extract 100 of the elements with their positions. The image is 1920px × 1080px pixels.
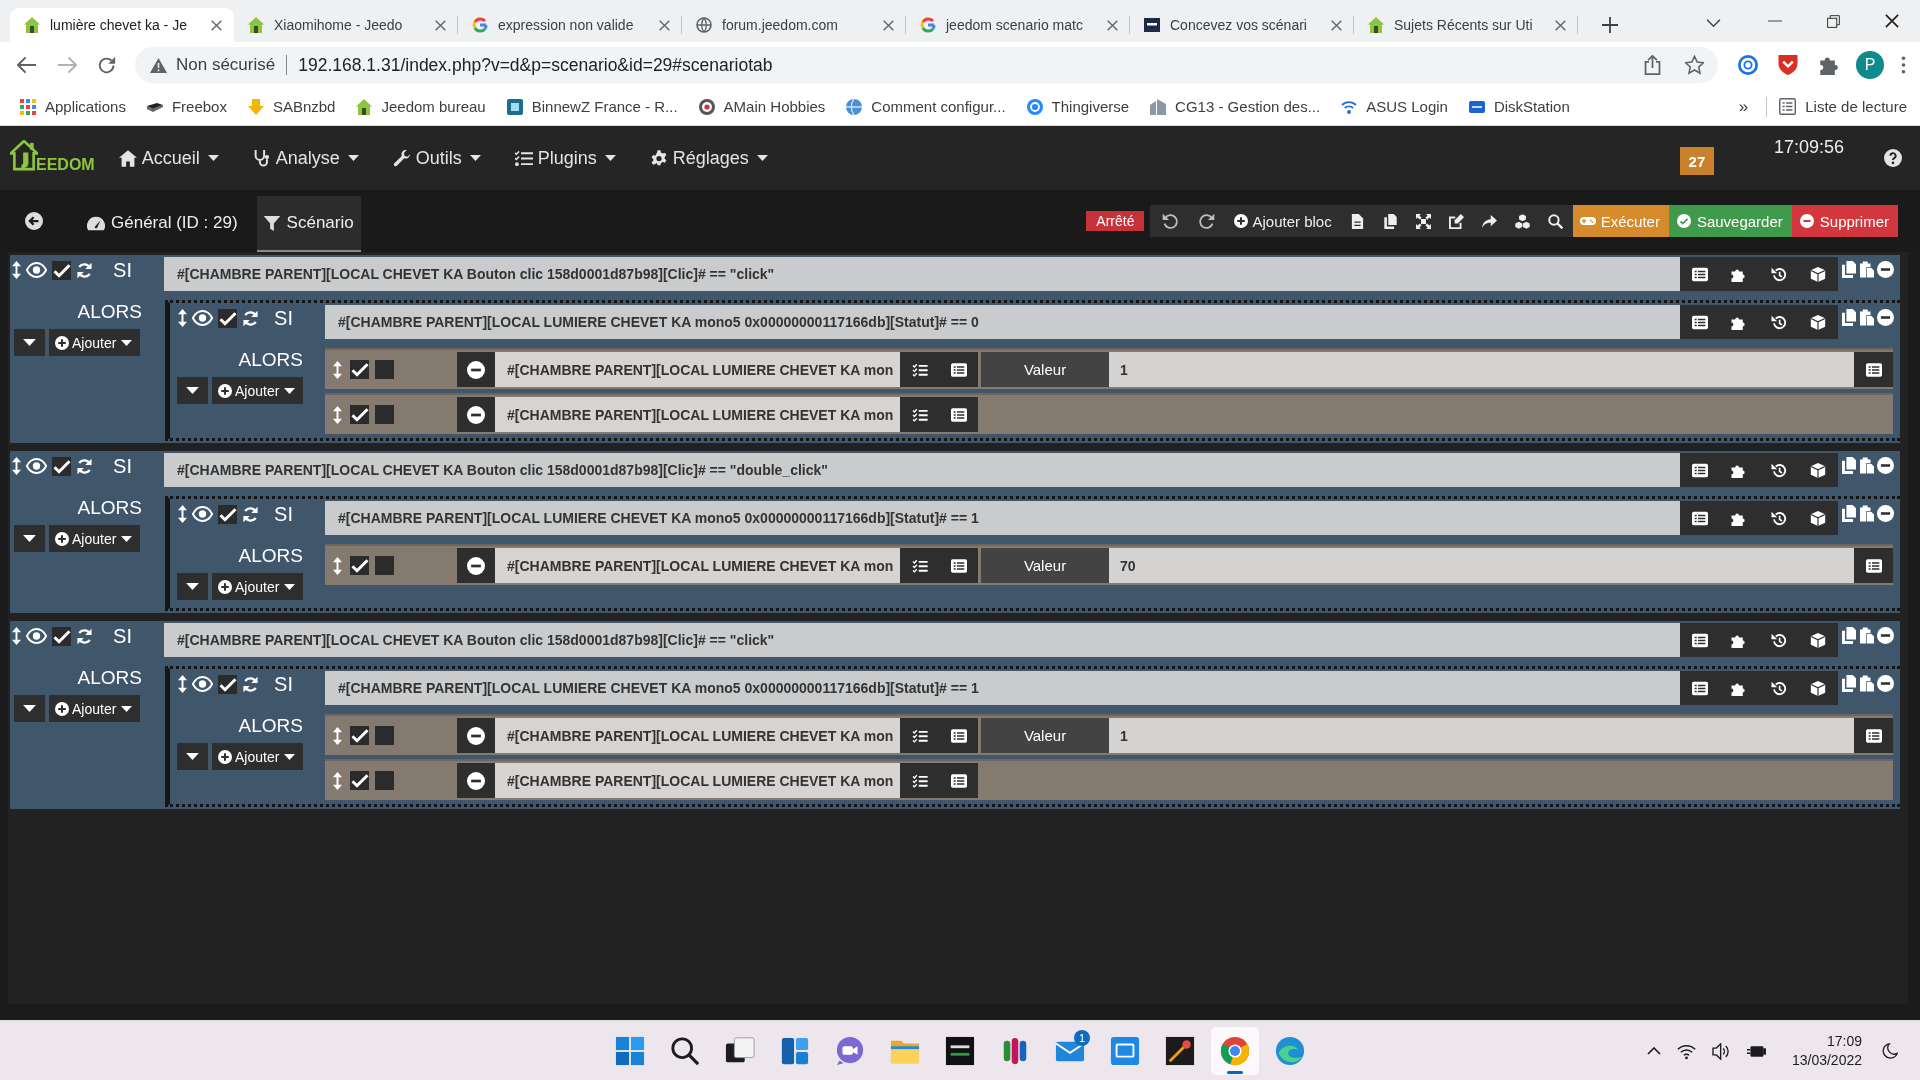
bookmark[interactable]: BinnewZ France - R... <box>498 94 686 119</box>
checkbox[interactable] <box>350 556 369 575</box>
profile-button[interactable]: P <box>1856 51 1884 79</box>
bookmark[interactable]: Jeedom bureau <box>348 94 494 119</box>
nav-menu[interactable]: Réglages <box>649 147 785 169</box>
checkbox[interactable] <box>375 726 394 745</box>
help-icon[interactable] <box>1884 149 1902 167</box>
paste-icon[interactable] <box>1860 309 1874 326</box>
plus-icon[interactable] <box>1602 17 1618 33</box>
refresh-icon[interactable] <box>76 457 93 475</box>
search-icon[interactable] <box>1547 213 1563 229</box>
options-button[interactable] <box>900 763 939 798</box>
drag-handle-icon[interactable] <box>333 726 342 745</box>
collapse-button[interactable] <box>177 377 208 404</box>
command-field[interactable]: #[CHAMBRE PARENT][LOCAL LUMIERE CHEVET KA mon <box>495 352 900 387</box>
refresh-icon[interactable] <box>242 505 259 523</box>
add-block-button[interactable]: Ajouter bloc <box>1234 212 1332 230</box>
list-button[interactable] <box>1854 548 1893 583</box>
options-button[interactable] <box>900 548 939 583</box>
paste-icon[interactable] <box>1860 627 1874 644</box>
share-icon[interactable] <box>1643 55 1662 75</box>
bookmark[interactable]: Comment configur... <box>838 94 1014 119</box>
bookmark[interactable]: SABnzbd <box>239 94 344 119</box>
list-button[interactable] <box>939 763 978 798</box>
minus-circle-icon[interactable] <box>1877 309 1894 326</box>
paste-icon[interactable] <box>1860 457 1874 474</box>
paste-icon[interactable] <box>1860 505 1874 522</box>
wifi-icon[interactable] <box>1676 1042 1696 1060</box>
copy-icon[interactable] <box>1842 457 1856 474</box>
eye-icon[interactable] <box>192 506 213 522</box>
cube-button[interactable] <box>1798 501 1838 535</box>
bookmark[interactable]: CG13 - Gestion des... <box>1142 94 1329 119</box>
drag-handle-icon[interactable] <box>12 261 21 279</box>
remove-button[interactable] <box>457 763 495 798</box>
checkbox[interactable] <box>375 360 394 379</box>
minus-circle-icon[interactable] <box>1877 261 1894 278</box>
condition-field[interactable]: #[CHAMBRE PARENT][LOCAL LUMIERE CHEVET KA mono5 0x00000000117166db][Statut]# == 0 <box>325 305 1680 339</box>
minus-circle-icon[interactable] <box>1877 675 1894 692</box>
refresh-icon[interactable] <box>76 261 93 279</box>
reload-icon[interactable] <box>97 56 117 74</box>
remove-button[interactable] <box>457 397 495 432</box>
eye-icon[interactable] <box>26 458 47 474</box>
cube-button[interactable] <box>1798 453 1838 487</box>
condition-field[interactable]: #[CHAMBRE PARENT][LOCAL LUMIERE CHEVET KA mono5 0x00000000117166db][Statut]# == 1 <box>325 671 1680 705</box>
chevron-down-icon[interactable] <box>1706 19 1721 27</box>
collapse-button[interactable] <box>177 573 208 600</box>
drag-handle-icon[interactable] <box>333 556 342 575</box>
collapse-button[interactable] <box>14 525 45 552</box>
drag-handle-icon[interactable] <box>178 505 187 523</box>
save-button[interactable]: Sauvegarder <box>1668 205 1792 237</box>
command-field[interactable]: #[CHAMBRE PARENT][LOCAL LUMIERE CHEVET KA mon <box>495 718 900 753</box>
eye-icon[interactable] <box>192 310 213 326</box>
star-icon[interactable] <box>1685 55 1704 75</box>
checkbox[interactable] <box>218 308 237 328</box>
collapse-button[interactable] <box>14 329 45 356</box>
nav-menu[interactable]: Outils <box>392 147 498 169</box>
caret-up-icon[interactable] <box>1646 1047 1661 1055</box>
remove-button[interactable] <box>457 718 495 753</box>
value-field[interactable]: 1 <box>1109 352 1854 387</box>
list-button[interactable] <box>1680 257 1720 291</box>
reading-list-button[interactable]: Liste de lecture <box>1771 94 1915 119</box>
list-button[interactable] <box>1680 453 1720 487</box>
security-label[interactable]: Non sécurisé <box>176 55 276 75</box>
remove-button[interactable] <box>457 352 495 387</box>
command-field[interactable]: #[CHAMBRE PARENT][LOCAL LUMIERE CHEVET KA mon <box>495 397 900 432</box>
minus-circle-icon[interactable] <box>1877 457 1894 474</box>
cube-button[interactable] <box>1798 671 1838 705</box>
list-button[interactable] <box>1680 501 1720 535</box>
cube-button[interactable] <box>1798 623 1838 657</box>
options-button[interactable] <box>900 397 939 432</box>
edit-icon[interactable] <box>1448 213 1464 229</box>
condition-field[interactable]: #[CHAMBRE PARENT][LOCAL LUMIERE CHEVET KA mono5 0x00000000117166db][Statut]# == 1 <box>325 501 1680 535</box>
drag-handle-icon[interactable] <box>12 457 21 475</box>
checkbox[interactable] <box>350 360 369 379</box>
bookmark[interactable]: Freebox <box>138 94 235 119</box>
logo-text[interactable]: EEDOM <box>36 156 95 174</box>
add-button[interactable]: Ajouter <box>49 329 141 356</box>
paste-icon[interactable] <box>1860 675 1874 692</box>
list-button[interactable] <box>939 718 978 753</box>
more-bookmarks-button[interactable]: » <box>1730 94 1757 119</box>
copy-icon[interactable] <box>1382 213 1398 229</box>
drag-handle-icon[interactable] <box>178 309 187 327</box>
file-icon[interactable] <box>1349 213 1365 229</box>
checkbox[interactable] <box>52 456 71 476</box>
add-button[interactable]: Ajouter <box>49 695 141 722</box>
checkbox[interactable] <box>218 504 237 524</box>
undo-icon[interactable] <box>1162 212 1180 230</box>
checkbox[interactable] <box>375 556 394 575</box>
close-icon[interactable] <box>1885 14 1899 28</box>
list-button[interactable] <box>1854 352 1893 387</box>
refresh-icon[interactable] <box>242 675 259 693</box>
add-button[interactable]: Ajouter <box>212 573 304 600</box>
drag-handle-icon[interactable] <box>12 627 21 645</box>
nav-menu[interactable]: Analyse <box>252 147 376 169</box>
eye-icon[interactable] <box>26 262 47 278</box>
copy-icon[interactable] <box>1842 261 1856 278</box>
list-button[interactable] <box>1680 305 1720 339</box>
paste-icon[interactable] <box>1860 261 1874 278</box>
bookmark[interactable]: Thingiverse <box>1018 94 1138 119</box>
list-button[interactable] <box>1680 671 1720 705</box>
